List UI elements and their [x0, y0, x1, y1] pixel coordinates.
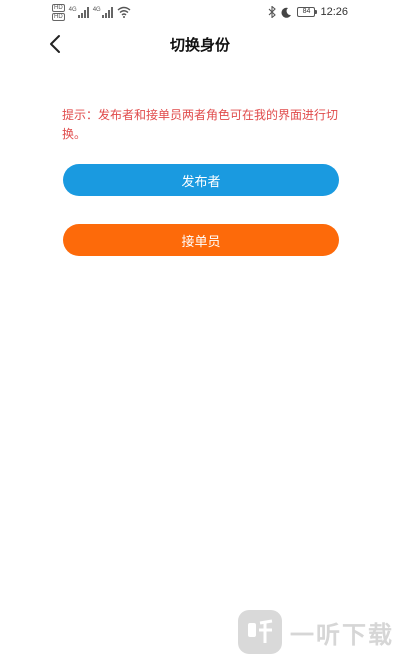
network-type-2: 4G	[92, 6, 101, 13]
status-bar: HD HD 4G 4G 84 12:26	[0, 0, 400, 24]
sim1-hd-label: HD	[52, 3, 65, 12]
network-type-1: 4G	[68, 6, 77, 13]
nav-bar: 切换身份	[0, 24, 400, 64]
sim2-hd-label: HD	[52, 12, 65, 21]
bluetooth-icon	[269, 6, 277, 18]
signal-2: 4G	[92, 6, 113, 18]
order-taker-role-button[interactable]: 接单员	[63, 224, 339, 256]
signal-icon	[77, 6, 89, 18]
status-right: 84 12:26	[268, 4, 348, 20]
battery-icon: 84	[297, 7, 318, 17]
status-time: 12:26	[320, 6, 348, 18]
signal-1: 4G	[68, 6, 89, 18]
watermark-text: 一听下载	[290, 620, 394, 649]
status-left: HD HD 4G 4G	[52, 3, 131, 21]
wifi-icon	[117, 6, 131, 18]
watermark-logo-icon	[248, 619, 273, 643]
watermark: 一听下载	[238, 610, 394, 654]
moon-icon	[281, 7, 292, 18]
publisher-role-button[interactable]: 发布者	[63, 164, 339, 196]
page-title: 切换身份	[169, 36, 230, 54]
signal-icon	[101, 6, 113, 18]
screen: HD HD 4G 4G 84 12:26 切换身份 提示：发布者和接单员两者角色…	[0, 0, 400, 660]
watermark-logo	[238, 610, 282, 654]
hint-text: 提示：发布者和接单员两者角色可在我的界面进行切换。	[62, 108, 339, 141]
sim-indicators: HD HD	[52, 3, 65, 21]
